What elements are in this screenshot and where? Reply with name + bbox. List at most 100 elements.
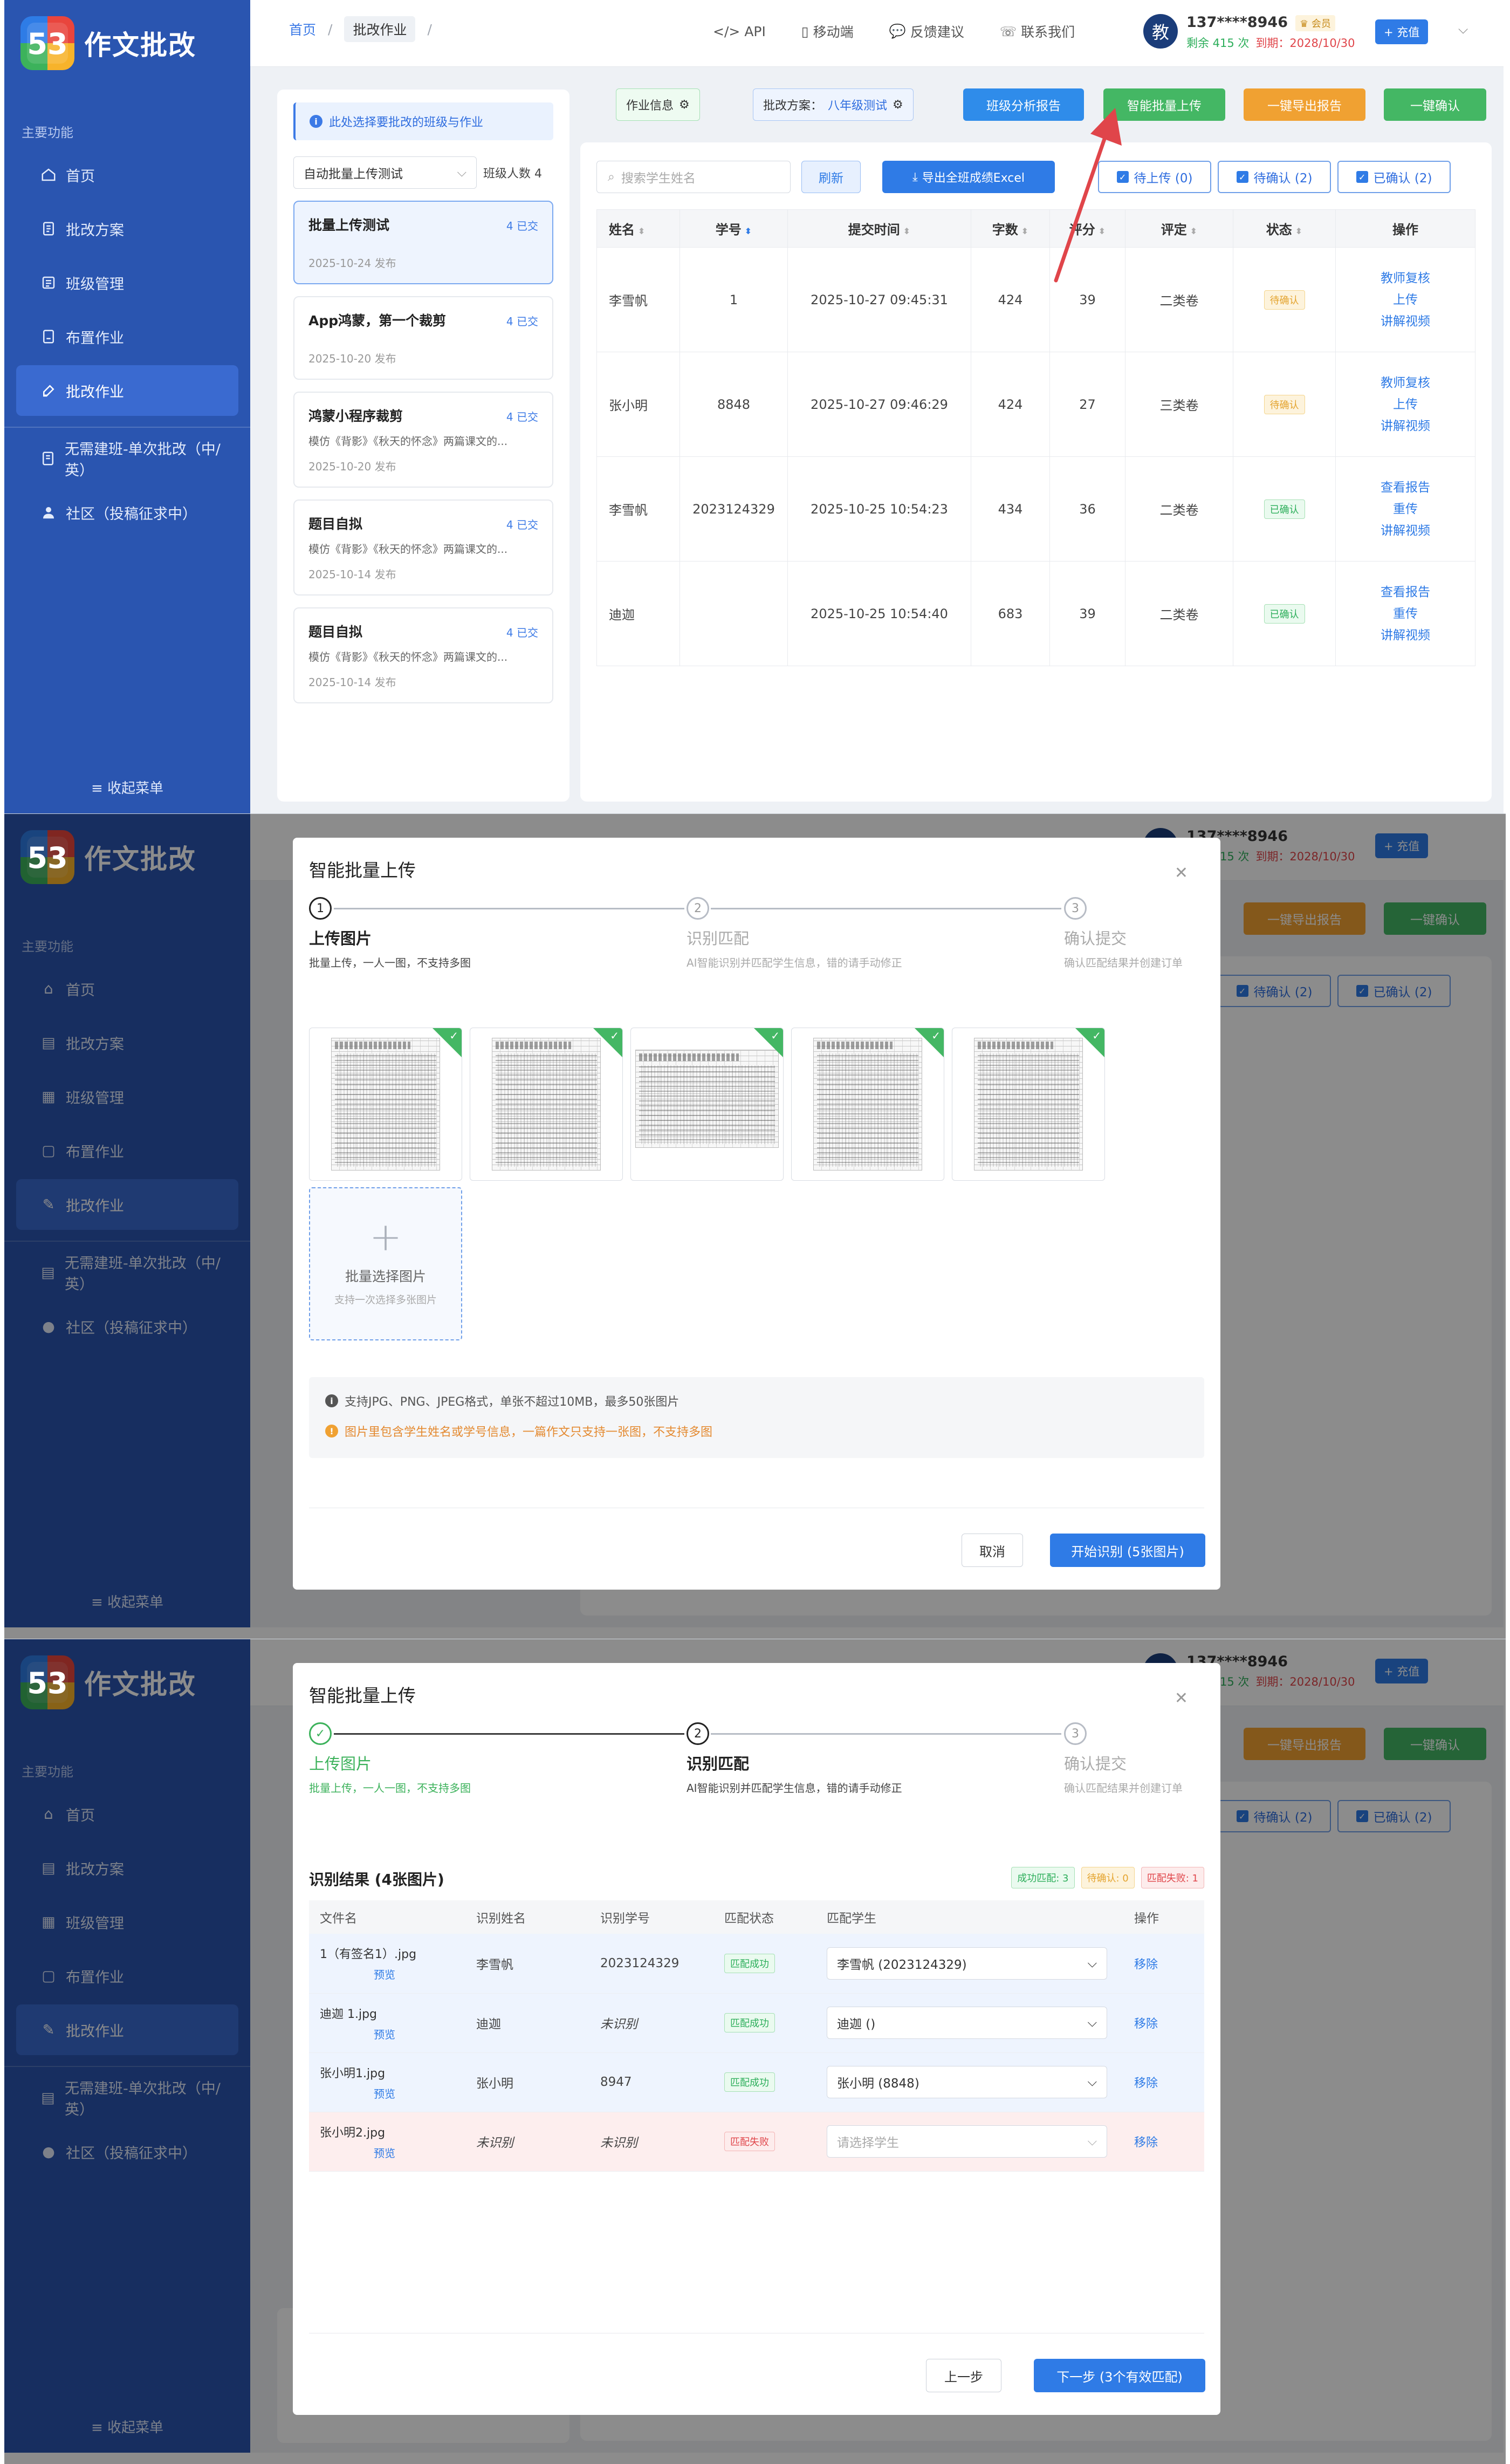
collapse-menu-button[interactable]: ≡ 收起菜单 [4, 777, 250, 797]
student-select-value: 李雪帆 (2023124329) [837, 1957, 967, 1972]
remove-link[interactable]: 移除 [1134, 2136, 1158, 2150]
student-name[interactable]: 李雪帆 [596, 247, 680, 352]
confirm-all-button[interactable]: 一键确认 [1384, 88, 1486, 121]
chevron-down-icon[interactable]: ⌵ [1458, 22, 1468, 37]
refresh-button[interactable]: 刷新 [801, 161, 861, 193]
plan-select-button[interactable]: 批改方案： 八年级测试 ⚙ [753, 88, 914, 121]
video-link[interactable]: 讲解视频 [1336, 520, 1475, 542]
student-select[interactable]: 请选择学生 ⌵ [827, 2125, 1107, 2158]
task-item[interactable]: 题目自拟 4 已交 模仿《背影》《秋天的怀念》两篇课文的... 2025-10-1… [293, 499, 553, 596]
export-excel-button[interactable]: ⤓ 导出全班成绩Excel [882, 161, 1055, 193]
contact-link[interactable]: ☏ 联系我们 [1000, 22, 1075, 41]
word-count: 434 [971, 456, 1050, 562]
feedback-link[interactable]: 💬 反馈建议 [889, 22, 964, 41]
column-header[interactable]: 评定 ⬍ [1125, 209, 1233, 248]
student-select[interactable]: 迪迦 () ⌵ [827, 2007, 1107, 2039]
recharge-button[interactable]: + 充值 [1375, 19, 1429, 44]
sidebar-item-home[interactable]: 首页 [16, 149, 238, 200]
sidebar-item-grading[interactable]: 批改作业 [16, 365, 238, 416]
step-number: 1 [309, 897, 332, 920]
next-step-button[interactable]: 下一步 (3个有效匹配) [1034, 2359, 1205, 2392]
image-thumbnail[interactable]: ✓ [309, 1028, 462, 1181]
step-match: 2 识别匹配 AI智能识别并匹配学生信息，错的请手动修正 [687, 897, 989, 970]
student-select[interactable]: 李雪帆 (2023124329) ⌵ [827, 1947, 1107, 1980]
breadcrumb-separator: / [328, 21, 333, 37]
batch-upload-dialog: 智能批量上传 ✕ 1 上传图片 批量上传，一人一图，不支持多图 2 识别匹配 A… [293, 838, 1220, 1590]
grade: 三类卷 [1125, 352, 1233, 457]
sidebar-item-community[interactable]: 社区（投稿征求中） [16, 487, 238, 538]
reupload-link[interactable]: 重传 [1336, 603, 1475, 625]
export-reports-button[interactable]: 一键导出报告 [1244, 88, 1365, 121]
mobile-link[interactable]: ▯ 移动端 [801, 22, 854, 41]
sidebar-item-classes[interactable]: 班级管理 [16, 257, 238, 308]
column-header[interactable]: 姓名 ⬍ [596, 209, 680, 248]
status-badge: 待确认 [1264, 290, 1305, 310]
sidebar-nav: 首页 批改方案 班级管理 布置作业 批改作业 [4, 149, 250, 416]
search-input[interactable]: ⌕ 搜索学生姓名 [596, 161, 791, 193]
sidebar-item-single[interactable]: 无需建班-单次批改（中/英） [16, 433, 238, 484]
view-report-link[interactable]: 查看报告 [1336, 581, 1475, 603]
image-thumbnail[interactable]: ✓ [470, 1028, 623, 1181]
table-row: 张小明 8848 2025-10-27 09:46:29 424 27 三类卷 … [596, 352, 1475, 457]
close-icon[interactable]: ✕ [1175, 864, 1188, 882]
video-link[interactable]: 讲解视频 [1336, 625, 1475, 646]
assignment-info-button[interactable]: 作业信息 ⚙ [616, 88, 700, 121]
remove-link[interactable]: 移除 [1134, 2017, 1158, 2031]
contact-label: 联系我们 [1021, 24, 1075, 40]
export-excel-label: 导出全班成绩Excel [922, 172, 1025, 185]
student-select[interactable]: 张小明 (8848) ⌵ [827, 2066, 1107, 2098]
preview-link[interactable]: 预览 [374, 1966, 465, 1982]
column-header[interactable]: 状态 ⬍ [1233, 209, 1336, 248]
start-recognition-button[interactable]: 开始识别 (5张图片) [1050, 1534, 1205, 1567]
sort-icon: ⬍ [1190, 226, 1198, 236]
image-thumbnail[interactable]: ✓ [791, 1028, 944, 1181]
upload-link[interactable]: 上传 [1336, 289, 1475, 311]
task-item[interactable]: App鸿蒙，第一个裁剪 4 已交 2025-10-20 发布 [293, 296, 553, 380]
breadcrumb-home[interactable]: 首页 [289, 19, 316, 39]
sidebar-item-label: 批改方案 [66, 222, 124, 239]
preview-link[interactable]: 预览 [374, 2085, 465, 2101]
sort-icon: ⬍ [744, 226, 752, 236]
prev-step-button[interactable]: 上一步 [926, 2359, 1001, 2392]
image-thumbnail[interactable]: ✓ [630, 1028, 784, 1181]
column-header[interactable]: 字数 ⬍ [971, 209, 1050, 248]
video-link[interactable]: 讲解视频 [1336, 311, 1475, 332]
video-link[interactable]: 讲解视频 [1336, 415, 1475, 437]
remove-link[interactable]: 移除 [1134, 2077, 1158, 2090]
image-thumbnail[interactable]: ✓ [952, 1028, 1105, 1181]
column-header[interactable]: 提交时间 ⬍ [787, 209, 971, 248]
task-item[interactable]: 批量上传测试 4 已交 2025-10-24 发布 [293, 201, 553, 284]
essay-image [331, 1038, 440, 1171]
sidebar-item-assign[interactable]: 布置作业 [16, 311, 238, 362]
status-cell: 已确认 [1233, 561, 1336, 666]
column-header[interactable]: 学号 ⬍ [680, 209, 788, 248]
preview-link[interactable]: 预览 [374, 2026, 465, 2042]
review-link[interactable]: 教师复核 [1336, 372, 1475, 394]
sidebar: 53 作文批改 主要功能 首页 批改方案 班级管理 布置作业 批改作业 无需建班… [4, 0, 250, 813]
remove-link[interactable]: 移除 [1134, 1958, 1158, 1972]
class-select[interactable]: 自动批量上传测试 ⌵ [293, 156, 477, 189]
api-link[interactable]: </> API [713, 24, 766, 39]
close-icon[interactable]: ✕ [1175, 1689, 1188, 1708]
header-links: </> API ▯ 移动端 💬 反馈建议 ☏ 联系我们 [713, 22, 1075, 41]
add-images-button[interactable]: + 批量选择图片 支持一次选择多张图片 [309, 1187, 462, 1340]
student-name[interactable]: 张小明 [596, 352, 680, 457]
view-report-link[interactable]: 查看报告 [1336, 477, 1475, 498]
cancel-button[interactable]: 取消 [962, 1534, 1023, 1567]
student-name[interactable]: 李雪帆 [596, 456, 680, 562]
logo-number: 53 [27, 27, 68, 61]
upload-link[interactable]: 上传 [1336, 394, 1475, 415]
filter-confirmed[interactable]: ✓ 已确认 (2) [1337, 161, 1451, 193]
user-info[interactable]: 教 137****8946 ♛ 会员 剩余 415 次到期：2028/10/30 [1143, 14, 1355, 51]
review-link[interactable]: 教师复核 [1336, 268, 1475, 289]
sidebar-item-plans[interactable]: 批改方案 [16, 203, 238, 254]
task-item[interactable]: 题目自拟 4 已交 模仿《背影》《秋天的怀念》两篇课文的... 2025-10-1… [293, 607, 553, 703]
column-header: 匹配学生 [816, 1900, 1123, 1934]
preview-link[interactable]: 预览 [374, 2145, 465, 2160]
filter-pending-confirm[interactable]: ✓ 待确认 (2) [1218, 161, 1331, 193]
breadcrumb-separator: / [427, 21, 432, 37]
student-name[interactable]: 迪迦 [596, 561, 680, 666]
avatar[interactable]: 教 [1143, 14, 1178, 49]
reupload-link[interactable]: 重传 [1336, 498, 1475, 520]
task-item[interactable]: 鸿蒙小程序裁剪 4 已交 模仿《背影》《秋天的怀念》两篇课文的... 2025-1… [293, 392, 553, 488]
